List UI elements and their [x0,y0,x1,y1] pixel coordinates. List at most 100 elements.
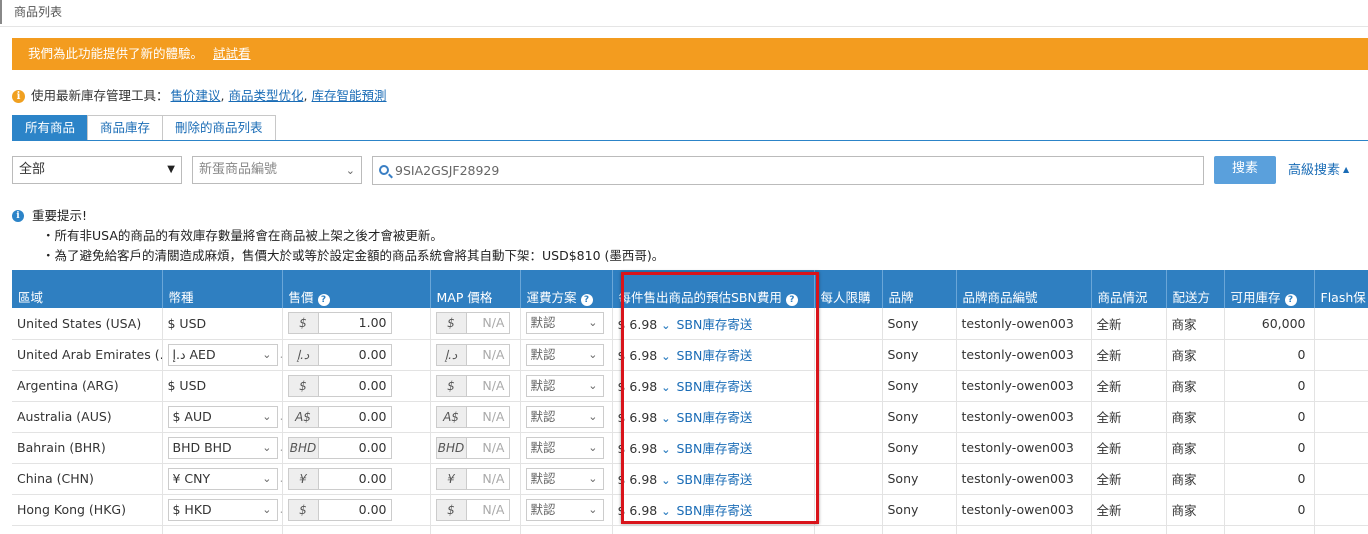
search-button[interactable]: 搜素 [1214,156,1276,184]
cell-available-stock: 60,000 [1224,308,1315,340]
sbn-shipment-link[interactable]: SBN庫存寄送 [676,317,752,332]
shipping-select[interactable]: 默認 ⌄ [525,467,604,490]
brand-sku-value: testonly-owen003 [961,471,1074,486]
banner-try-link[interactable]: 試試看 [213,46,251,61]
tab-inventory[interactable]: 商品庫存 [87,115,163,141]
price-input[interactable]: $0.00 [287,374,392,397]
help-icon[interactable]: ? [580,293,593,306]
chevron-down-icon[interactable]: ⌄ [661,474,670,487]
col-header-condition[interactable]: 商品情況 [1091,270,1167,308]
currency-select[interactable]: د.إ AED ⌄ [167,343,278,366]
shipping-value: 默認 [530,408,556,424]
col-header-purchase-limit[interactable]: 每人限購 [814,270,883,308]
currency-select[interactable]: BHD BHD ⌄ [167,436,278,459]
scope-select[interactable]: 全部 ▼ [12,156,182,184]
col-header-brand[interactable]: 品牌 [882,270,957,308]
map-price-input[interactable]: $ N/A [435,374,510,397]
fee-value: $ 6.98 [617,441,658,456]
region-value: Bahrain (BHR) [17,440,106,455]
help-icon[interactable]: ? [785,293,798,306]
tool-link-price-suggest[interactable]: 售价建议 [171,86,221,106]
map-price-input[interactable]: $ N/A [435,498,510,521]
price-input[interactable]: د.إ 0.00 [287,343,392,366]
price-input[interactable]: $0.00 [287,498,392,521]
info-icon: i [12,89,25,103]
sbn-shipment-link[interactable]: SBN庫存寄送 [676,472,752,487]
brand-value: Sony [887,471,919,486]
chevron-down-icon[interactable]: ⌄ [661,319,670,332]
chevron-down-icon[interactable]: ⌄ [661,443,670,456]
shipping-select[interactable]: 默認 ⌄ [525,498,604,521]
currency-select[interactable]: $ HKD ⌄ [167,498,278,521]
shipping-select[interactable]: 默認 ⌄ [525,343,604,366]
col-header-label: 品牌 [888,289,914,305]
col-header-available-stock[interactable]: 可用庫存? [1224,270,1315,308]
stock-value: 0 [1297,378,1306,393]
sbn-shipment-link[interactable]: SBN庫存寄送 [676,441,752,456]
col-header-brand-sku[interactable]: 品牌商品編號 [956,270,1092,308]
map-price-input[interactable]: $ N/A [435,312,510,335]
col-header-currency[interactable]: 幣種 [162,270,283,308]
chevron-down-icon[interactable]: ⌄ [661,412,670,425]
cell-condition: 全新 [1091,432,1167,464]
price-input[interactable]: ¥0.00 [287,467,392,490]
col-header-flash[interactable]: Flash保 [1314,270,1368,308]
map-price-input[interactable]: A$ N/A [435,405,510,428]
tool-link-category-optimize[interactable]: 商品类型优化 [229,86,304,106]
chevron-down-icon[interactable]: ⌄ [661,350,670,363]
currency-symbol: $ [436,499,467,520]
cell-price: BHD 0.00 [282,432,431,464]
advanced-search-toggle[interactable]: 高級搜素 ▲ [1288,160,1349,181]
shipping-select[interactable]: 默認 ⌄ [525,436,604,459]
cell-empty [1224,525,1315,534]
currency-value: $ AUD [172,408,212,424]
chevron-down-icon[interactable]: ⌄ [661,505,670,518]
brand-sku-value: testonly-owen003 [961,315,1074,331]
sbn-shipment-link[interactable]: SBN庫存寄送 [676,503,752,518]
cell-empty [1166,525,1225,534]
col-header-label: 售價 [288,289,314,305]
chevron-down-icon[interactable]: ⌄ [661,381,670,394]
price-input[interactable]: BHD 0.00 [287,436,392,459]
condition-value: 全新 [1096,379,1122,394]
shipping-select[interactable]: 默認 ⌄ [525,374,604,397]
col-header-sbn-fee[interactable]: 每件售出商品的預估SBN費用? [612,270,815,308]
price-input[interactable]: A$ 0.00 [287,405,392,428]
currency-symbol: A$ [436,406,467,427]
map-price-input[interactable]: ¥ N/A [435,467,510,490]
col-header-shipping[interactable]: 運費方案? [520,270,613,308]
cell-condition: 全新 [1091,463,1167,495]
sbn-shipment-link[interactable]: SBN庫存寄送 [676,379,752,394]
currency-select[interactable]: $ AUD ⌄ [167,405,278,428]
sbn-shipment-link[interactable]: SBN庫存寄送 [676,410,752,425]
tool-link-inventory-forecast[interactable]: 库存智能預測 [312,86,387,106]
brand-value: Sony [887,409,919,424]
stock-value: 0 [1297,471,1306,486]
tab-deleted-items[interactable]: 刪除的商品列表 [162,115,276,141]
currency-select[interactable]: ¥ CNY ⌄ [167,467,278,490]
brand-sku-value: testonly-owen003 [961,347,1074,362]
search-field-select[interactable]: 新蛋商品編號 ⌄ [192,156,362,184]
cell-shipping: 默認 ⌄ [520,432,613,464]
stock-value: 0 [1297,502,1306,517]
col-header-map-price[interactable]: MAP 價格 [430,270,521,308]
map-price-input[interactable]: د.إ N/A [435,343,510,366]
sbn-shipment-link[interactable]: SBN庫存寄送 [676,348,752,363]
cell-empty [612,525,815,534]
fulfillment-value: 商家 [1171,441,1197,456]
cell-purchase-limit [814,370,883,402]
shipping-select[interactable]: 默認 ⌄ [525,312,604,335]
col-header-price[interactable]: 售價? [282,270,431,308]
brand-sku-value: testonly-owen003 [961,378,1074,393]
map-price-input[interactable]: BHD N/A [435,436,510,459]
col-header-region[interactable]: 區域 [12,270,163,308]
col-header-fulfillment[interactable]: 配送方 [1166,270,1225,308]
tab-all-items[interactable]: 所有商品 [12,115,88,141]
help-icon[interactable]: ? [317,293,330,306]
breadcrumb-label: 商品列表 [14,5,63,19]
price-input[interactable]: $1.00 [287,312,392,335]
cell-empty [882,525,957,534]
help-icon[interactable]: ? [1284,293,1297,306]
shipping-select[interactable]: 默認 ⌄ [525,405,604,428]
search-input[interactable]: 9SIA2GSJF28929 [372,156,1204,185]
